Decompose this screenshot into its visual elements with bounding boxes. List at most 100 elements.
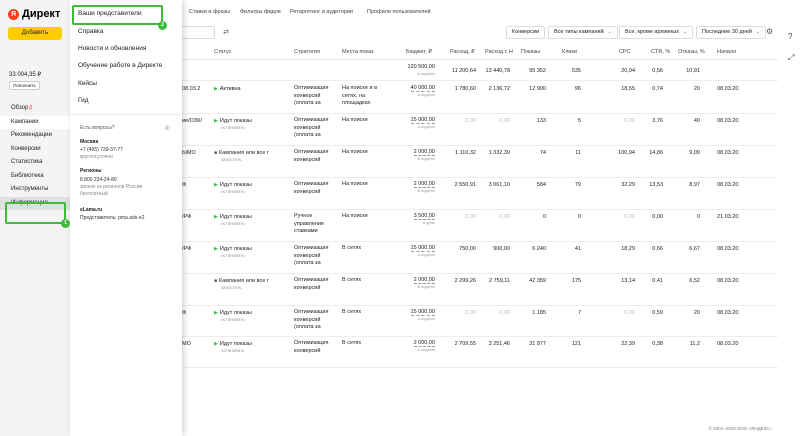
clicks-cell: 175 xyxy=(571,278,581,284)
status-text: Активна xyxy=(219,86,241,92)
period-select[interactable]: Последние 30 дней ⌄ xyxy=(696,26,767,39)
campaign-name-fragment[interactable]: МО xyxy=(182,341,191,347)
conversions-button[interactable]: Конверсии xyxy=(506,26,546,39)
fullscreen-icon[interactable]: ⤢ xyxy=(788,53,798,62)
budget-value: 15 000,00 xyxy=(410,309,435,316)
campaign-name-fragment[interactable]: Ф xyxy=(182,182,186,188)
menu-item-news[interactable]: Новости и обновления xyxy=(78,45,146,52)
strategy-cell[interactable]: Оптимизация конверсий xyxy=(294,340,338,355)
sidebar-item-campaigns[interactable]: Кампании xyxy=(0,115,70,129)
menu-item-help[interactable]: Справка xyxy=(78,28,104,35)
tab-retargeting[interactable]: Ретаргетинг и аудитории xyxy=(290,9,353,15)
shows-cell: 12 900 xyxy=(529,86,546,92)
campaign-name-fragment[interactable]: /РФ xyxy=(182,214,191,220)
status-action-link[interactable]: остановить xyxy=(221,221,252,226)
budget-cell[interactable]: 40 000,00 в неделю xyxy=(410,85,435,97)
campaign-name-fragment[interactable]: /РФ xyxy=(182,246,191,252)
filter-toggle-icon[interactable]: ⇄ xyxy=(220,27,232,39)
sidebar-item-overview[interactable]: Обзорβ xyxy=(0,102,70,116)
total-budget-value: 120 500,00 xyxy=(407,64,435,70)
elama-representative: Представитель: pma.ads-e2 xyxy=(80,215,145,221)
start-date-cell: 08.03.20 xyxy=(717,246,739,252)
strategy-cell[interactable]: Оптимизация конверсий (оплата за xyxy=(294,117,338,140)
tab-user-profiles[interactable]: Профили пользователей xyxy=(367,9,430,15)
campaign-types-select[interactable]: Все типы кампаний ⌄ xyxy=(548,26,618,39)
status-cell: ▶ Активна xyxy=(214,86,241,92)
col-spend[interactable]: Расход, ₽ xyxy=(450,49,475,55)
campaign-name-fragment[interactable]: ие/ОЗК/ xyxy=(182,118,202,124)
menu-divider xyxy=(70,114,182,115)
status-action-link[interactable]: остановить xyxy=(221,348,252,353)
strategy-cell[interactable]: Оптимизация конверсий xyxy=(294,277,338,292)
col-shows[interactable]: Показы xyxy=(521,49,540,55)
strategy-cell[interactable]: Оптимизация конверсий (оплата за xyxy=(294,245,338,268)
cpc-cell: 13,14 xyxy=(621,278,635,284)
strategy-cell[interactable]: Оптимизация конверсий xyxy=(294,181,338,196)
col-bounce[interactable]: Отказы, % xyxy=(678,49,705,55)
campaign-types-label: Все типы кампаний xyxy=(554,29,604,35)
campaign-name-fragment[interactable]: ЫМО xyxy=(182,150,196,156)
strategy-cell[interactable]: Оптимизация конверсий (оплата за xyxy=(294,85,338,108)
col-cpc[interactable]: CPC xyxy=(619,49,631,55)
budget-cell[interactable]: 15 000,00 в неделю xyxy=(410,117,435,129)
places-cell: В сетях xyxy=(342,277,362,283)
sidebar-item-library[interactable]: Библиотека xyxy=(0,170,70,184)
play-icon: ▶ xyxy=(214,310,218,316)
status-action-link[interactable]: остановить xyxy=(221,317,252,322)
status-action-link[interactable]: запустить xyxy=(221,285,269,290)
col-status[interactable]: Статус xyxy=(214,49,231,55)
campaign-name-fragment[interactable]: 08.03.2 xyxy=(182,86,200,92)
regions-title: Регионы xyxy=(80,168,102,174)
status-action-link[interactable]: остановить xyxy=(221,253,252,258)
moscow-phone[interactable]: +7 (495) 739-37-77 xyxy=(80,147,123,153)
spend-vat-cell: 3 061,10 xyxy=(488,182,510,188)
conversions-label: Конверсии xyxy=(512,29,540,35)
regions-phone[interactable]: 8 800 234-24-80 xyxy=(80,177,117,183)
campaign-name-fragment[interactable]: Ф xyxy=(182,310,186,316)
col-places[interactable]: Места показ xyxy=(342,49,374,55)
sidebar-item-conversions[interactable]: Конверсии xyxy=(0,143,70,157)
highlight-frame-information xyxy=(5,202,66,224)
col-ctr[interactable]: CTR, % xyxy=(651,49,670,55)
search-input[interactable] xyxy=(180,26,215,39)
status-text: Идут показы xyxy=(219,246,252,252)
status-action-link[interactable]: остановить xyxy=(221,125,252,130)
col-strategy[interactable]: Стратегия xyxy=(294,49,320,55)
strategy-cell[interactable]: Оптимизация конверсий (оплата за xyxy=(294,309,338,332)
cpc-cell: 0,00 xyxy=(624,214,635,220)
tab-bids-phrases[interactable]: Ставки и фразы xyxy=(189,9,230,15)
gear-icon[interactable]: ⚙ xyxy=(766,27,773,36)
tab-feed-filters[interactable]: Фильтры фидов xyxy=(240,9,281,15)
places-cell: На поиске xyxy=(342,149,368,155)
menu-item-cases[interactable]: Кейсы xyxy=(78,80,97,87)
budget-cell[interactable]: 15 000,00 в неделю xyxy=(410,309,435,321)
sidebar-item-statistics[interactable]: Статистика xyxy=(0,156,70,170)
topup-button[interactable]: Пополнить xyxy=(9,81,40,90)
budget-cell[interactable]: 15 000,00 в неделю xyxy=(410,245,435,257)
sidebar-item-recommendations[interactable]: Рекомендации xyxy=(0,129,70,143)
strategy-cell[interactable]: Оптимизация конверсий xyxy=(294,149,338,164)
add-button[interactable]: Добавить xyxy=(8,27,62,40)
menu-item-guide[interactable]: Гид xyxy=(78,97,89,104)
col-clicks[interactable]: Клики xyxy=(562,49,577,55)
ctr-cell: 0,59 xyxy=(652,310,663,316)
menu-item-training[interactable]: Обучение работе в Директе xyxy=(78,62,162,69)
logo-text: Директ xyxy=(22,8,61,20)
col-budget[interactable]: Бюджет, ₽ xyxy=(406,49,432,55)
budget-cell[interactable]: 2 000,00 в неделю xyxy=(413,149,435,161)
budget-cell[interactable]: 2 000,00 в неделю xyxy=(413,340,435,352)
col-spend-vat[interactable]: Расход с Н xyxy=(485,49,513,55)
sidebar-item-tools[interactable]: Инструменты xyxy=(0,183,70,197)
status-action-link[interactable]: запустить xyxy=(221,157,269,162)
status-action-link[interactable]: остановить xyxy=(221,189,252,194)
budget-cell[interactable]: 2 000,00 в неделю xyxy=(413,277,435,289)
start-date-cell: 08.03.20 xyxy=(717,150,739,156)
logo[interactable]: Я Директ xyxy=(8,8,60,20)
budget-cell[interactable]: 2 000,00 в неделю xyxy=(413,181,435,193)
archive-select[interactable]: Все, кроме архивных ⌄ xyxy=(619,26,694,39)
regions-note: звонок из регионов России бесплатный xyxy=(80,184,143,197)
strategy-cell[interactable]: Ручное управление ставками xyxy=(294,213,338,236)
col-start[interactable]: Начало xyxy=(717,49,736,55)
budget-cell[interactable]: 3 500,00 в день xyxy=(413,213,435,225)
account-balance: 33 004,35 ₽ xyxy=(9,72,42,78)
